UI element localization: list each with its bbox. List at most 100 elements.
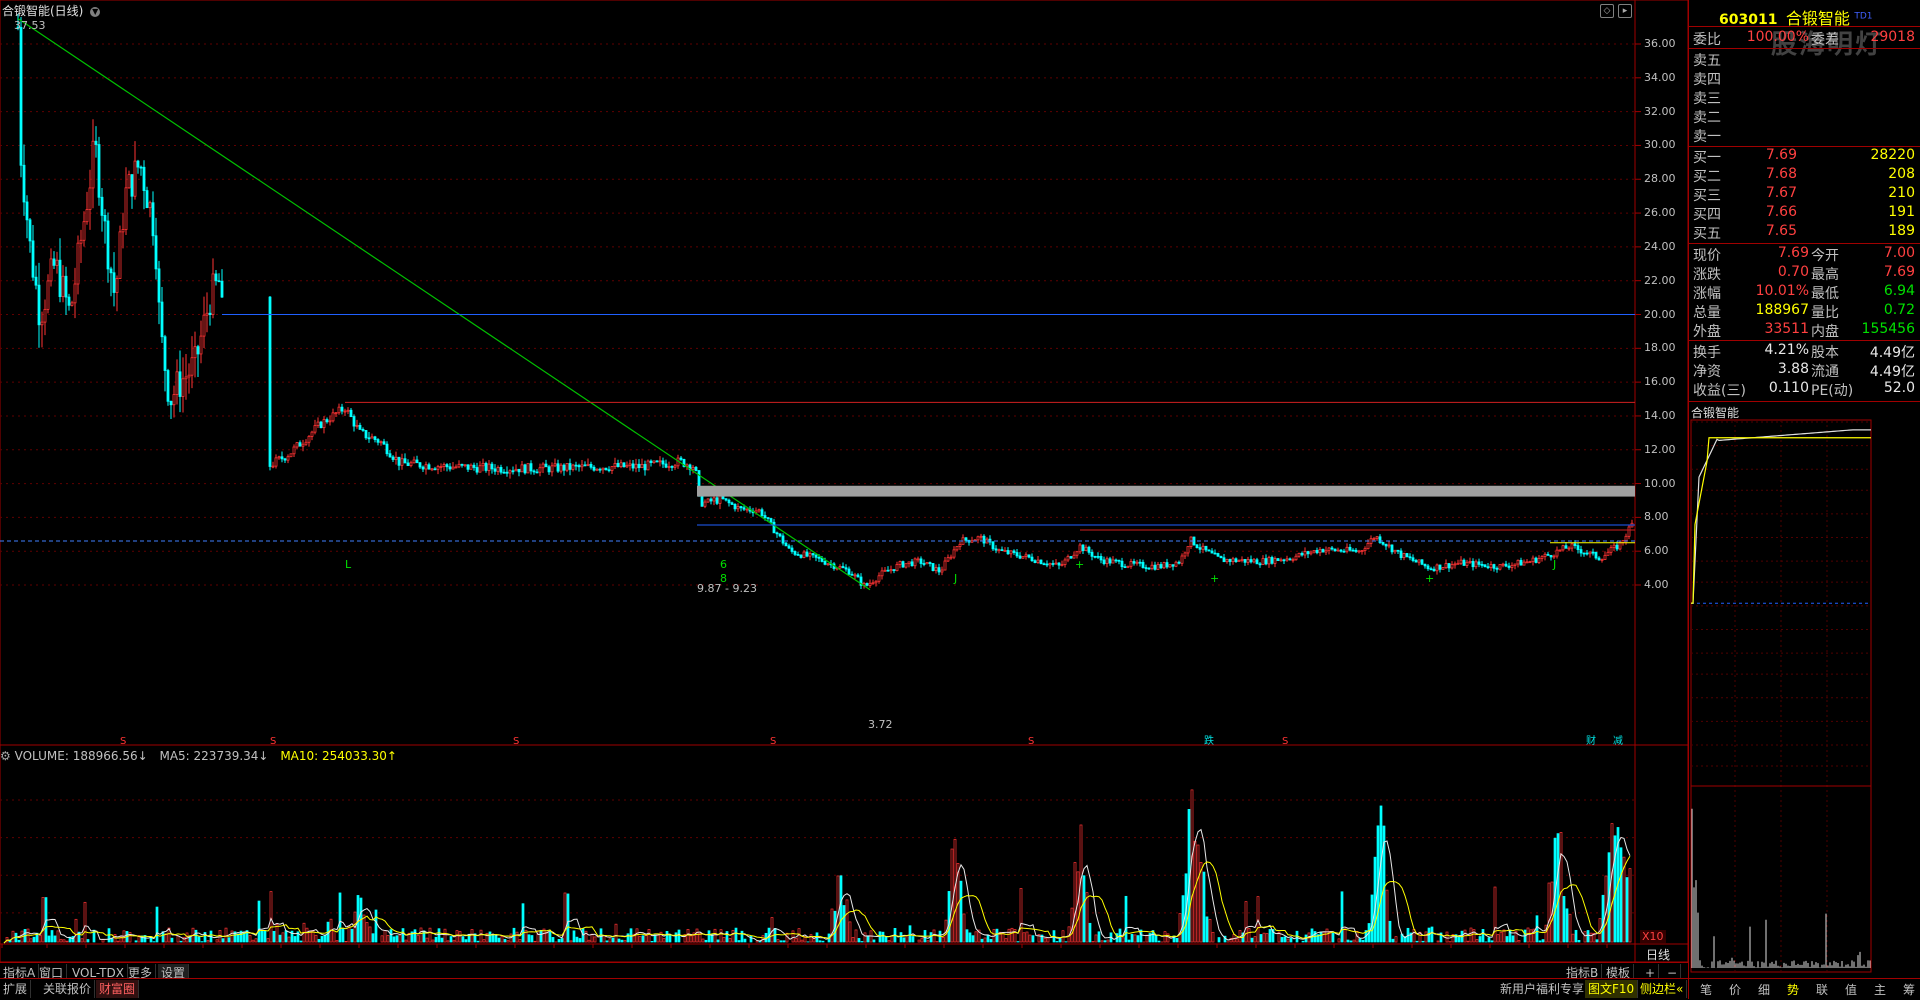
expand-icon[interactable]: ▸ [1618, 4, 1632, 18]
candle-body [1022, 556, 1024, 558]
quote-tab-3[interactable]: 势 [1779, 981, 1807, 998]
candle-body [479, 466, 481, 472]
quote-tab-7[interactable]: 筹 [1895, 981, 1920, 998]
gap-range-label: 9.87 - 9.23 [697, 582, 757, 595]
candle-body [791, 548, 793, 551]
candle-body [1415, 561, 1417, 563]
volume-bar [498, 938, 500, 942]
candle-body [1289, 559, 1291, 560]
f10-button[interactable]: 图文F10 [1585, 980, 1638, 998]
volume-bar [369, 927, 371, 942]
candle-body [1493, 565, 1495, 569]
candle-body [1364, 549, 1366, 551]
sidebar-toggle-button[interactable]: 侧边栏« [1637, 980, 1687, 998]
quote-tab-4[interactable]: 联 [1808, 981, 1836, 998]
volume-bar [1629, 869, 1631, 942]
stat-label: 流通 [1811, 361, 1839, 381]
volume-bar [885, 937, 887, 942]
candle-body [1259, 564, 1261, 565]
stat-row: 外盘33511内盘155456 [1693, 321, 1917, 340]
period-label[interactable]: 日线 [1646, 946, 1670, 963]
volume-bar [615, 924, 617, 942]
candle-body [269, 297, 271, 466]
quote-tab-0[interactable]: 笔 [1692, 981, 1720, 998]
volume-bar [252, 940, 254, 942]
candle-body [1322, 549, 1324, 552]
candle-body [650, 461, 652, 462]
volume-bar [822, 941, 824, 942]
quote-tab-2[interactable]: 细 [1750, 981, 1778, 998]
volume-bar [1122, 938, 1124, 942]
volume-bar [570, 941, 572, 942]
candle-body [740, 506, 742, 507]
settings-small-icon[interactable]: ⚙ [0, 749, 11, 763]
volume-bar [1557, 834, 1559, 942]
volume-bar [1212, 932, 1214, 942]
candle-body [746, 509, 748, 510]
candle-body [158, 269, 160, 302]
candle-body [1235, 559, 1237, 562]
stat-label: 换手 [1693, 342, 1721, 362]
candle-body [1553, 556, 1555, 557]
volume-bar [501, 936, 503, 942]
candle-body [695, 467, 697, 470]
intraday-chart[interactable] [1689, 416, 1920, 976]
candle-body [1556, 550, 1558, 556]
candle-body [80, 240, 82, 243]
price-axis-label: 20.00 [1644, 308, 1676, 321]
stat-value: 0.70 [1778, 264, 1809, 280]
candle-body [560, 465, 562, 471]
volume-bar [1539, 941, 1541, 942]
volume-bar [1506, 936, 1508, 942]
volume-bar [438, 929, 440, 942]
candle-body [521, 465, 523, 472]
stat-row: 涨幅10.01%最低6.94 [1693, 283, 1917, 302]
candle-body [116, 278, 118, 292]
stat-value: 155456 [1862, 321, 1915, 337]
volume-bar [888, 941, 890, 942]
tab-related-quotes[interactable]: 关联报价 [40, 980, 95, 998]
candle-body [1115, 560, 1117, 561]
quote-tab-6[interactable]: 主 [1866, 981, 1894, 998]
sell-order-row: 卖四 [1693, 69, 1917, 88]
candle-body [194, 347, 196, 358]
candle-body [530, 464, 532, 471]
candle-body [149, 203, 151, 208]
chevron-down-icon[interactable]: ▼ [90, 7, 100, 17]
volume-bar [744, 939, 746, 942]
volume-bar [387, 935, 389, 942]
kline-chart-area[interactable]: L86+++JJSSSSSS跌财减 [0, 0, 1635, 999]
candle-body [488, 464, 490, 470]
candle-body [1154, 565, 1156, 569]
candle-body [872, 583, 874, 584]
new-user-benefits-link[interactable]: 新用户福利专享 [1497, 980, 1588, 998]
order-price: 7.66 [1766, 204, 1797, 220]
candle-body [938, 568, 940, 572]
volume-bar [1626, 878, 1628, 942]
candle-body [785, 543, 787, 546]
candle-body [590, 464, 592, 467]
volume-bar [1563, 896, 1565, 942]
quote-tab-5[interactable]: 值 [1837, 981, 1865, 998]
event-marker: 跌 [1204, 734, 1214, 747]
candle-body [374, 437, 376, 440]
candle-body [1559, 550, 1561, 551]
order-level-label: 卖二 [1693, 107, 1721, 127]
restore-icon[interactable]: ◇ [1600, 4, 1614, 18]
candle-body [1571, 544, 1573, 548]
candle-body [1295, 556, 1297, 559]
candle-body [386, 444, 388, 454]
divider [1689, 26, 1920, 27]
event-marker: 财 [1586, 734, 1596, 747]
candle-body [338, 407, 340, 413]
stat-value: 7.69 [1884, 264, 1915, 280]
volume-bar [1134, 935, 1136, 942]
candle-body [875, 581, 877, 583]
quote-tab-1[interactable]: 价 [1721, 981, 1749, 998]
kline-svg[interactable]: L86+++JJSSSSSS跌财减 [0, 0, 1688, 962]
tab-wealth-circle[interactable]: 财富圈 [96, 980, 139, 998]
volume-bar [882, 932, 884, 942]
candle-body [1334, 549, 1336, 551]
candle-body [956, 547, 958, 550]
tab-expand[interactable]: 扩展 [0, 980, 31, 998]
